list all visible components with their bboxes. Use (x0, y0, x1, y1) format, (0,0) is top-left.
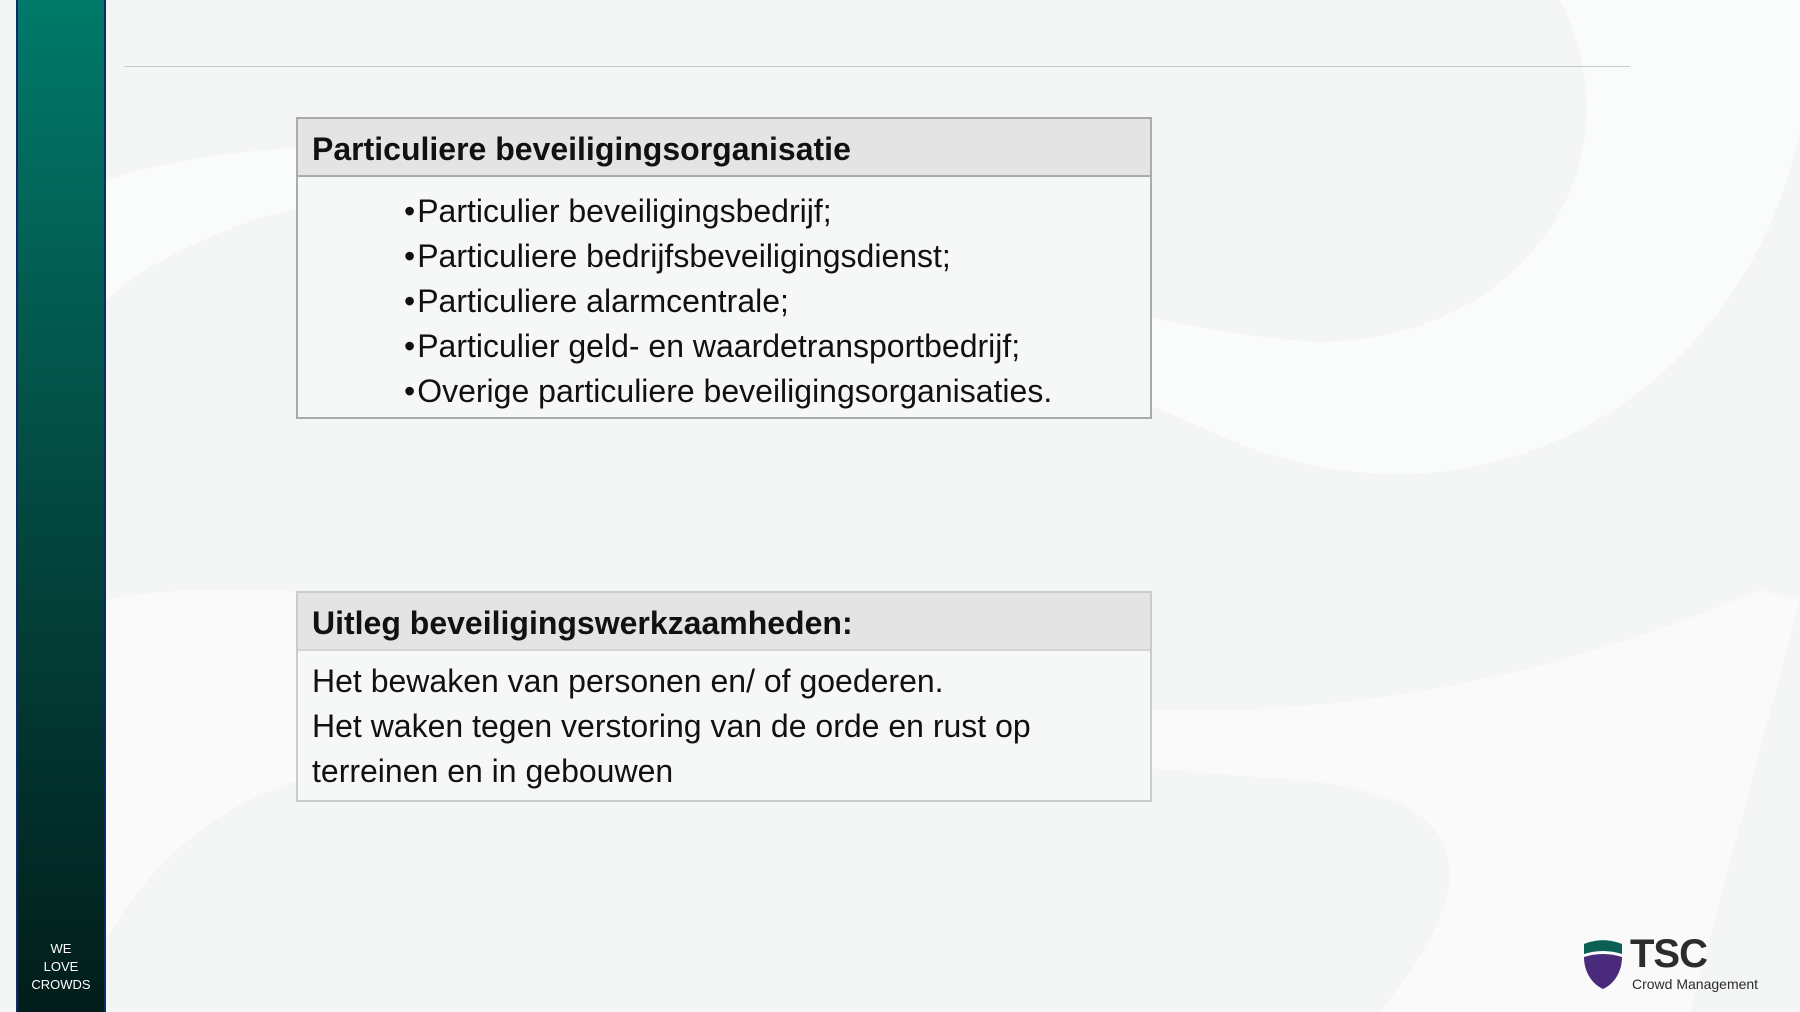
list-item-text: Particulier beveiligingsbedrijf; (417, 193, 832, 229)
list-item: •Particuliere alarmcentrale; (404, 279, 1150, 324)
list-item-text: Particuliere alarmcentrale; (417, 283, 789, 319)
tagline-line: WE (50, 941, 72, 956)
tagline-line: LOVE (43, 959, 79, 974)
list-item-text: Overige particuliere beveiligingsorganis… (417, 373, 1053, 409)
explanation-text: Het bewaken van personen en/ of goederen… (298, 651, 1150, 794)
list-item-text: Particuliere bedrijfsbeveiligingsdienst; (417, 238, 951, 274)
bullet-icon: • (404, 373, 416, 409)
explanation-line: Het waken tegen verstoring van de orde e… (312, 708, 1031, 789)
logo-name: TSC (1630, 932, 1708, 976)
list-item: •Particuliere bedrijfsbeveiligingsdienst… (404, 234, 1150, 279)
list-item: •Overige particuliere beveiligingsorgani… (404, 369, 1150, 414)
organisation-list: •Particulier beveiligingsbedrijf; •Parti… (298, 177, 1150, 414)
tagline-line: CROWDS (31, 977, 91, 992)
explanation-box: Uitleg beveiligingswerkzaamheden: Het be… (296, 591, 1152, 802)
bullet-icon: • (404, 193, 416, 229)
bullet-icon: • (404, 328, 416, 364)
bullet-icon: • (404, 283, 416, 319)
organisation-box: Particuliere beveiligingsorganisatie •Pa… (296, 117, 1152, 419)
shield-icon (1584, 940, 1622, 989)
list-item: •Particulier geld- en waardetransportbed… (404, 324, 1150, 369)
organisation-box-title: Particuliere beveiligingsorganisatie (298, 119, 1150, 177)
list-item-text: Particulier geld- en waardetransportbedr… (417, 328, 1021, 364)
sidebar-tagline: WE LOVE CROWDS (18, 940, 104, 994)
explanation-box-title: Uitleg beveiligingswerkzaamheden: (298, 593, 1150, 651)
sidebar-band: WE LOVE CROWDS (16, 0, 106, 1012)
tsc-logo: TSC Crowd Management (1582, 932, 1772, 996)
slide: WE LOVE CROWDS Particuliere beveiligings… (0, 0, 1800, 1012)
bullet-icon: • (404, 238, 416, 274)
title-divider (124, 66, 1630, 67)
list-item: •Particulier beveiligingsbedrijf; (404, 189, 1150, 234)
explanation-line: Het bewaken van personen en/ of goederen… (312, 663, 944, 699)
logo-subtitle: Crowd Management (1632, 976, 1759, 992)
